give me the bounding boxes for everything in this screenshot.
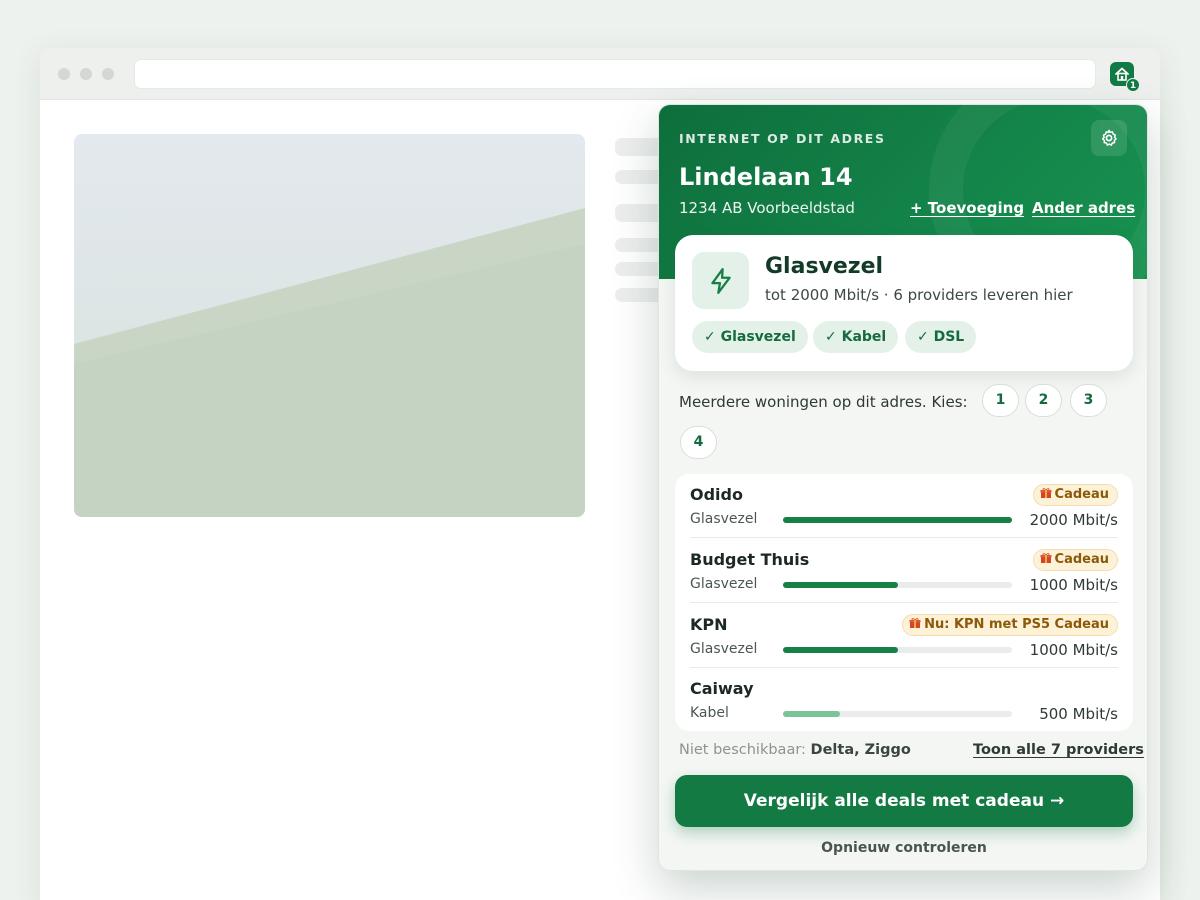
add-suffix-link[interactable]: + Toevoeging: [910, 199, 1024, 217]
provider-speed: 500 Mbit/s: [1039, 705, 1118, 723]
speed-bar: [783, 517, 1012, 523]
provider-row-odido[interactable]: Odido Cadeau Glasvezel 2000 Mbit/s: [690, 474, 1118, 538]
lightning-icon: [711, 268, 731, 294]
speed-bar-fill: [783, 711, 841, 717]
best-technology-name: Glasvezel: [765, 254, 884, 279]
provider-row-budget-thuis[interactable]: Budget Thuis Cadeau Glasvezel 1000 Mbit/…: [690, 539, 1118, 603]
provider-technology: Glasvezel: [690, 576, 758, 592]
show-all-providers-link[interactable]: Toon alle 7 providers: [973, 742, 1144, 758]
provider-list: Odido Cadeau Glasvezel 2000 Mbit/s Budge…: [675, 474, 1133, 731]
recheck-link[interactable]: Opnieuw controleren: [659, 840, 1147, 856]
multiple-units-label: Meerdere woningen op dit adres. Kies:: [679, 393, 968, 411]
gift-icon: [909, 618, 921, 628]
gear-icon: [1101, 129, 1117, 146]
extension-badge: 1: [1126, 78, 1140, 92]
settings-button[interactable]: [1091, 120, 1127, 156]
speed-bar: [783, 582, 1012, 588]
provider-technology: Kabel: [690, 705, 729, 721]
provider-name: Caiway: [690, 679, 754, 698]
address-title: Lindelaan 14: [679, 163, 853, 191]
browser-toolbar: 1: [40, 48, 1160, 100]
provider-technology: Glasvezel: [690, 511, 758, 527]
chip-glasvezel: ✓ Glasvezel: [692, 321, 808, 353]
unit-option-1[interactable]: 1: [982, 384, 1019, 417]
popup-eyebrow: INTERNET OP DIT ADRES: [679, 131, 886, 146]
provider-name: Budget Thuis: [690, 550, 810, 569]
best-technology-card: Glasvezel tot 2000 Mbit/s · 6 providers …: [675, 235, 1133, 371]
provider-name: Odido: [690, 485, 743, 504]
address-postcode-city: 1234 AB Voorbeeldstad: [679, 199, 855, 217]
provider-name: KPN: [690, 615, 728, 634]
provider-speed: 2000 Mbit/s: [1029, 511, 1118, 529]
promo-badge: Nu: KPN met PS5 Cadeau: [902, 614, 1118, 636]
compare-deals-button[interactable]: Vergelijk alle deals met cadeau →: [675, 775, 1133, 827]
chip-kabel: ✓ Kabel: [813, 321, 899, 353]
speed-bar-fill: [783, 582, 898, 588]
unavailable-list: Delta, Ziggo: [810, 742, 911, 758]
hero-image: [74, 134, 585, 517]
unavailable-providers: Niet beschikbaar: Delta, Ziggo: [679, 742, 911, 758]
extension-popup: INTERNET OP DIT ADRES Lindelaan 14 1234 …: [658, 104, 1148, 871]
window-maximize-dot[interactable]: [102, 68, 114, 80]
other-address-link[interactable]: Ander adres: [1032, 199, 1135, 217]
provider-technology: Glasvezel: [690, 641, 758, 657]
provider-row-kpn[interactable]: KPN Nu: KPN met PS5 Cadeau Glasvezel 100…: [690, 604, 1118, 668]
gift-icon: [1040, 553, 1052, 563]
window-close-dot[interactable]: [58, 68, 70, 80]
speed-bar: [783, 647, 1012, 653]
speed-bar-fill: [783, 517, 1012, 523]
provider-speed: 1000 Mbit/s: [1029, 576, 1118, 594]
speed-bar-fill: [783, 647, 898, 653]
unit-option-2[interactable]: 2: [1025, 384, 1062, 417]
chip-dsl: ✓ DSL: [905, 321, 977, 353]
gift-icon: [1040, 488, 1052, 498]
window-minimize-dot[interactable]: [80, 68, 92, 80]
promo-badge: Cadeau: [1032, 484, 1118, 506]
provider-speed: 1000 Mbit/s: [1029, 641, 1118, 659]
provider-row-caiway[interactable]: Caiway Kabel 500 Mbit/s: [690, 668, 1118, 732]
technology-icon-tile: [692, 252, 749, 309]
best-technology-description: tot 2000 Mbit/s · 6 providers leveren hi…: [765, 286, 1073, 304]
unit-option-3[interactable]: 3: [1070, 384, 1107, 417]
speed-bar: [783, 711, 1012, 717]
address-bar[interactable]: [134, 59, 1096, 89]
promo-badge: Cadeau: [1032, 549, 1118, 571]
unit-option-4[interactable]: 4: [680, 426, 717, 459]
